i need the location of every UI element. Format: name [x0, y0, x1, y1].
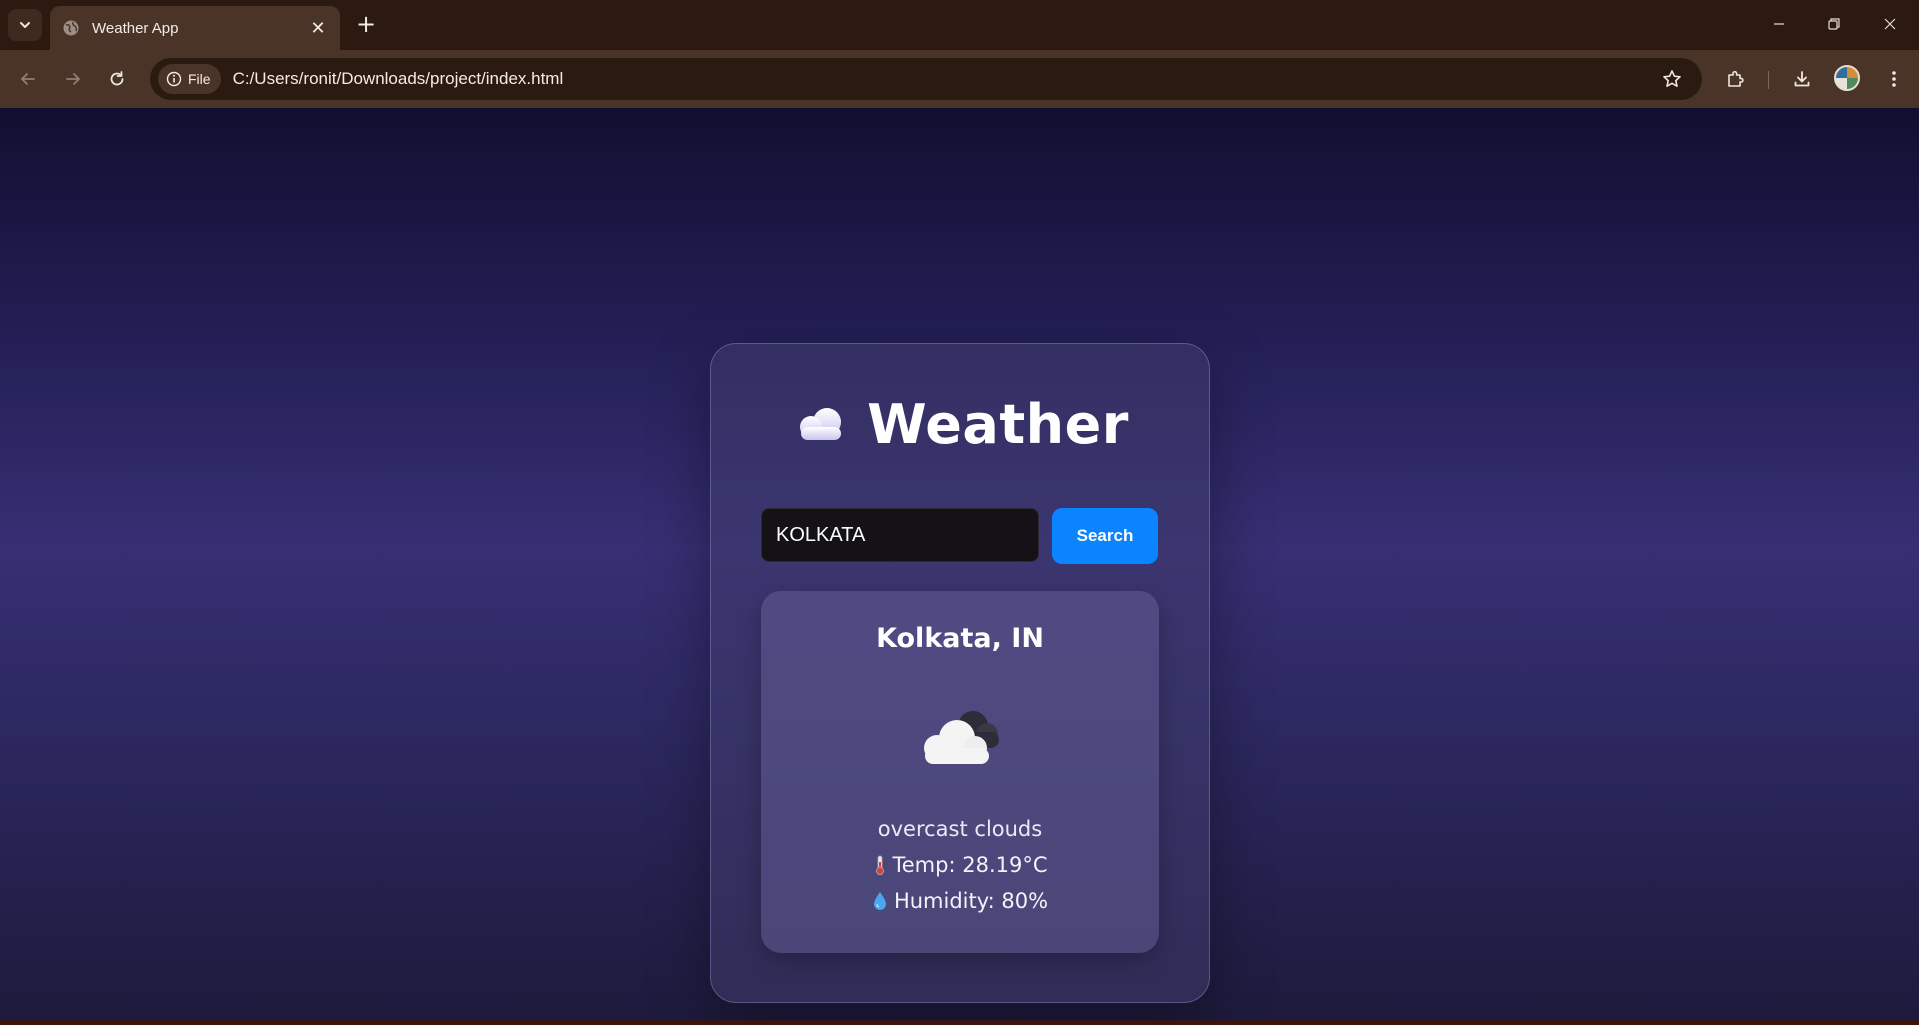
thermometer-icon: [875, 855, 884, 875]
restore-icon: [1828, 18, 1840, 30]
cloud-icon: [800, 408, 842, 440]
profile-avatar[interactable]: [1834, 65, 1860, 91]
browser-menu-button[interactable]: [1878, 63, 1910, 95]
chevron-down-icon: [20, 22, 30, 28]
minimize-icon: [1774, 23, 1784, 25]
browser-tab[interactable]: Weather App ✕: [50, 6, 340, 50]
tab-title: Weather App: [92, 19, 179, 37]
humidity-value: Humidity: 80%: [893, 889, 1049, 913]
bookmark-button[interactable]: [1656, 63, 1688, 95]
city-search-input[interactable]: [761, 508, 1039, 562]
globe-icon: [63, 20, 79, 36]
close-window-button[interactable]: [1867, 8, 1913, 40]
puzzle-icon: [1728, 70, 1744, 87]
arrow-left-icon: [21, 73, 35, 85]
temperature-value: Temp: 28.19°C: [892, 853, 1048, 877]
back-button[interactable]: [12, 63, 44, 95]
reload-button[interactable]: [101, 63, 133, 95]
forward-button[interactable]: [57, 63, 89, 95]
app-header: Weather: [711, 384, 1211, 464]
browser-toolbar: File C:/Users/ronit/Downloads/project/in…: [0, 50, 1919, 108]
humidity-row: Humidity: 80%: [761, 889, 1159, 913]
weather-result-panel: Kolkata, IN overcast clouds Temp: 28.19°…: [761, 591, 1159, 953]
tab-search-button[interactable]: [8, 9, 42, 41]
extensions-button[interactable]: [1720, 63, 1752, 95]
download-icon: [1794, 71, 1810, 87]
reload-icon: [110, 71, 124, 86]
water-drop-icon: [873, 892, 886, 910]
address-bar[interactable]: File C:/Users/ronit/Downloads/project/in…: [150, 58, 1702, 100]
site-info-label: File: [188, 71, 211, 87]
page-title: Weather: [867, 392, 1129, 456]
search-button[interactable]: Search: [1052, 508, 1158, 564]
site-info-chip[interactable]: File: [158, 64, 221, 94]
restore-button[interactable]: [1811, 8, 1857, 40]
search-row: Search: [761, 508, 1161, 564]
browser-tab-strip: Weather App ✕ +: [0, 0, 1919, 50]
weather-card: Weather Search Kolkata, IN overcast clou…: [710, 343, 1210, 1003]
overcast-cloud-icon: [924, 711, 999, 764]
close-tab-icon[interactable]: ✕: [308, 18, 328, 39]
minimize-button[interactable]: [1756, 8, 1802, 40]
window-bottom-edge: [0, 1020, 1919, 1025]
city-name: Kolkata, IN: [876, 623, 1044, 654]
info-icon: [166, 71, 182, 87]
page-viewport: Weather Search Kolkata, IN overcast clou…: [0, 108, 1919, 1025]
downloads-button[interactable]: [1786, 63, 1818, 95]
temperature-row: Temp: 28.19°C: [761, 853, 1159, 877]
kebab-menu-icon: [1892, 71, 1896, 87]
weather-description: overcast clouds: [877, 817, 1043, 841]
close-icon: [1884, 18, 1896, 30]
url-text[interactable]: C:/Users/ronit/Downloads/project/index.h…: [233, 69, 1656, 89]
star-icon: [1663, 70, 1681, 87]
new-tab-button[interactable]: +: [352, 11, 380, 39]
toolbar-separator: [1768, 71, 1769, 89]
arrow-right-icon: [66, 73, 80, 85]
